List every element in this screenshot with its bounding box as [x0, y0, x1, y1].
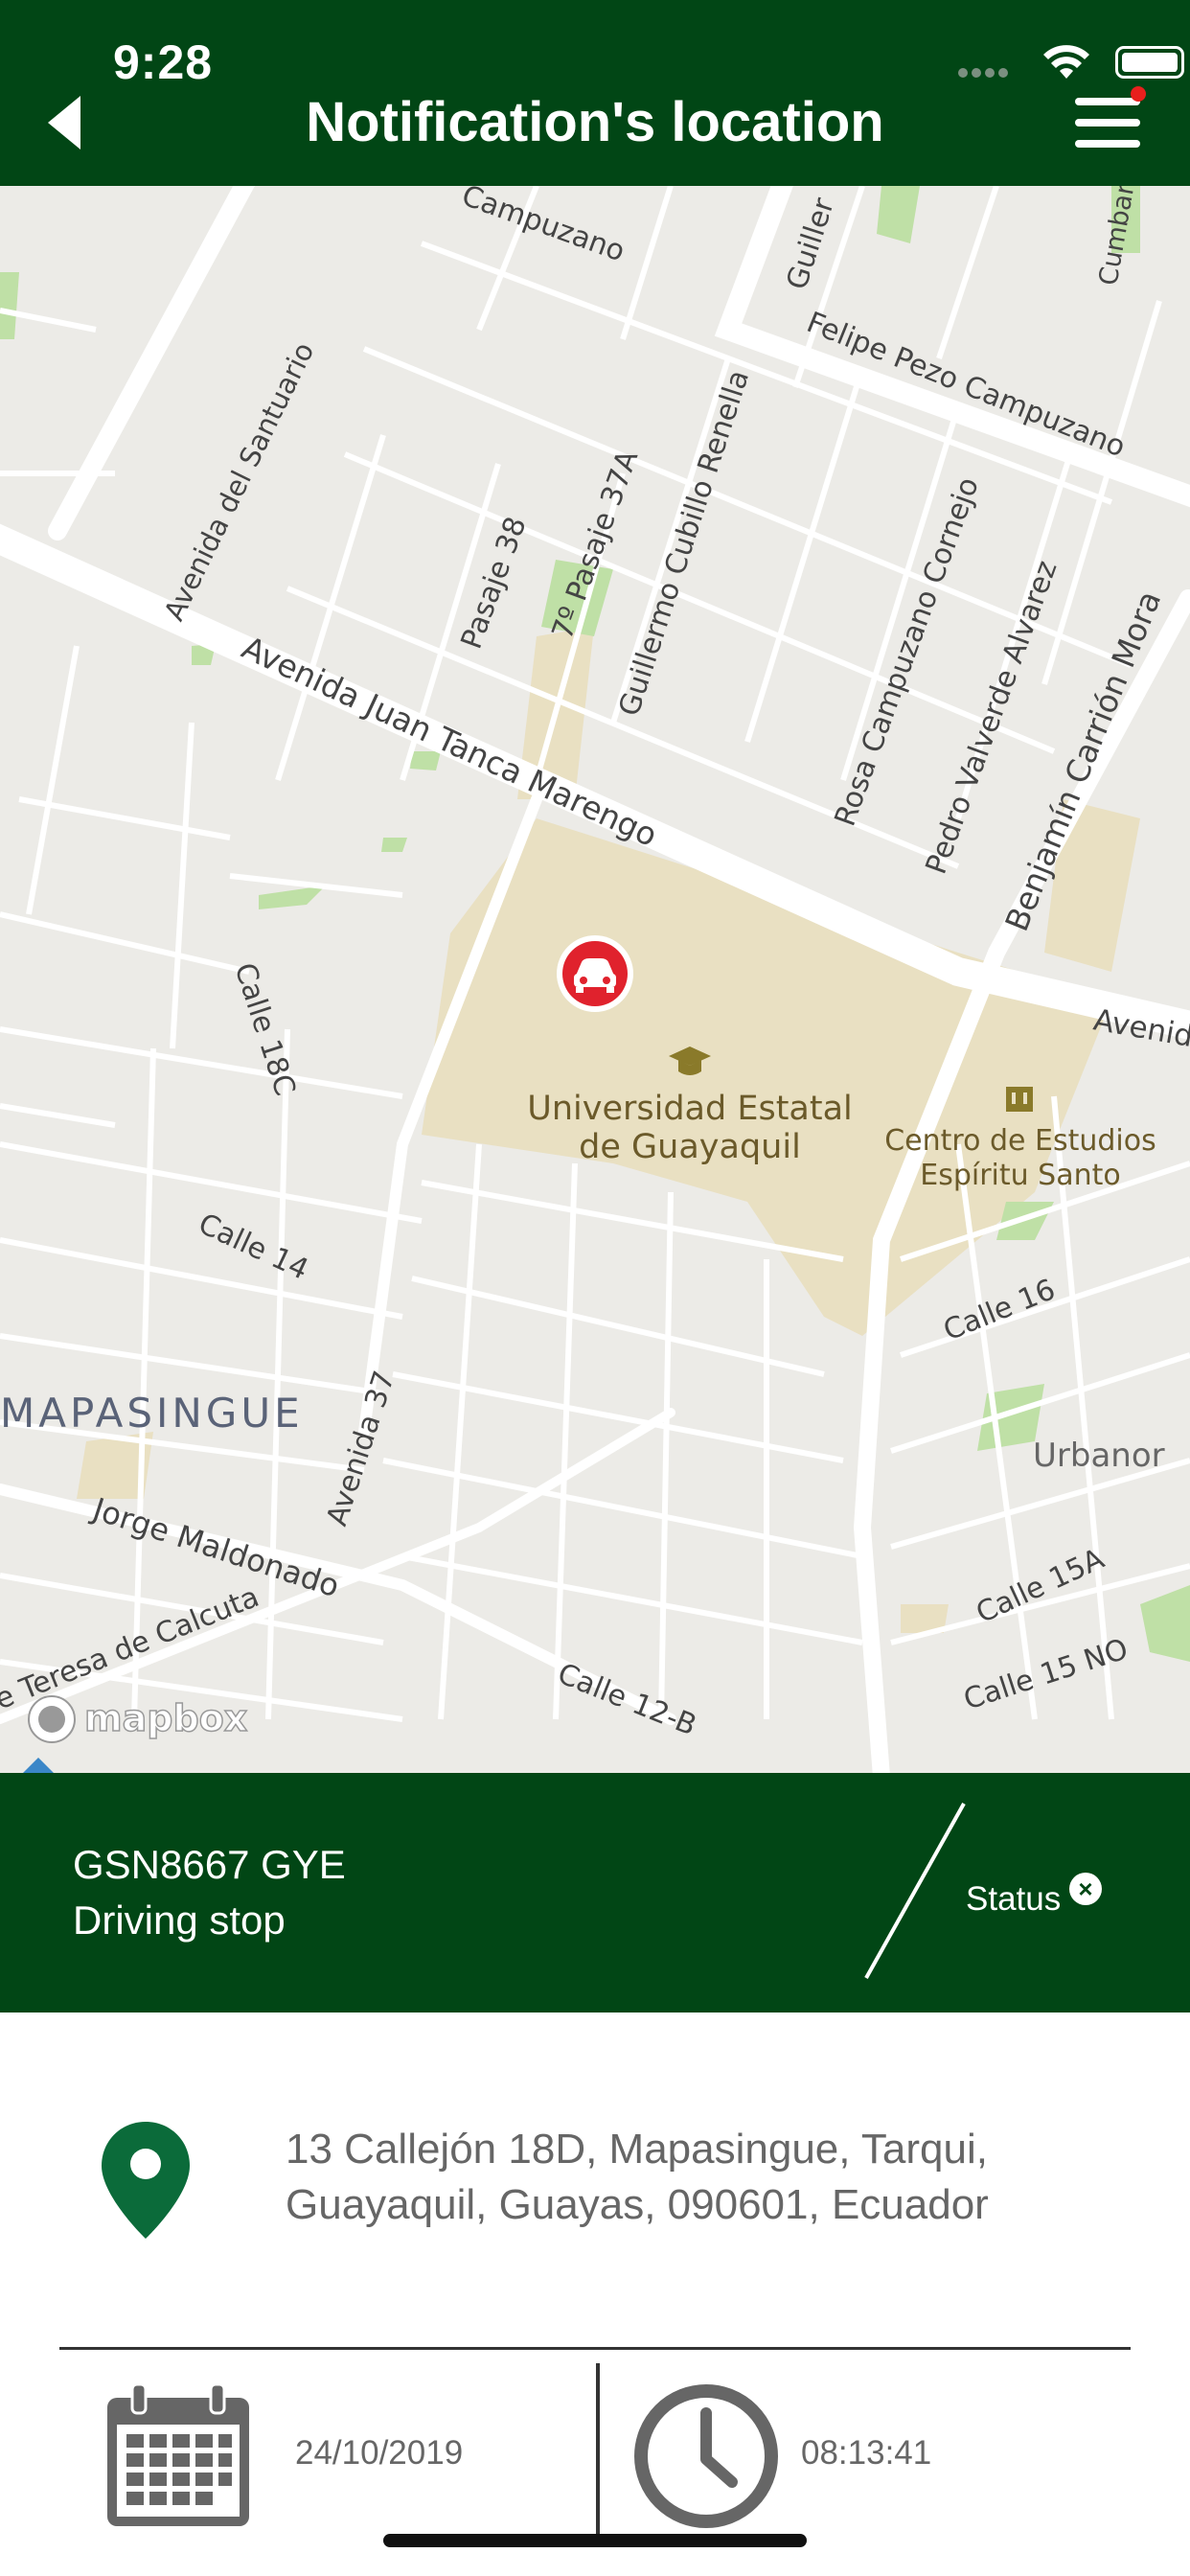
location-pin-icon	[102, 2122, 190, 2239]
map-label-jorge: Jorge Maldonado	[87, 1490, 344, 1604]
page-title: Notification's location	[306, 91, 884, 153]
map-label-school-2: Espíritu Santo	[920, 1159, 1121, 1192]
map-label-santuario: Avenida del Santuario	[157, 337, 320, 626]
map-label-calle12b: Calle 12-B	[553, 1657, 701, 1743]
map-label-cubillo: Guillermo Cubillo Renella	[612, 366, 756, 720]
notification-dot	[1131, 86, 1146, 102]
map-label-avenida37: Avenida 37	[320, 1367, 401, 1530]
mapbox-logo-icon[interactable]: mapbox	[28, 1695, 248, 1743]
map-label-calle14: Calle 14	[194, 1208, 314, 1287]
address-section: 13 Callejón 18D, Mapasingue, Tarqui, Gua…	[0, 2012, 1190, 2348]
map-label-calle18c: Calle 18C	[227, 959, 302, 1100]
map-canvas: Campuzano Felipe Pezo Campuzano Avenida …	[0, 186, 1190, 1773]
home-indicator[interactable]	[383, 2534, 807, 2547]
map-label-juan-tanca: Avenida Juan Tanca Marengo	[237, 629, 663, 854]
status-label: Status	[966, 1880, 1062, 1918]
datetime-divider	[596, 2363, 600, 2545]
notification-time: 08:13:41	[801, 2434, 932, 2472]
event-type: Driving stop	[73, 1898, 286, 1943]
vehicle-info-bar: GSN8667 GYE Driving stop Status ×	[0, 1773, 1190, 2012]
map-label-calle15a: Calle 15A	[972, 1542, 1110, 1630]
notification-date: 24/10/2019	[295, 2434, 464, 2472]
map-label-urbanor: Urbanor	[1033, 1437, 1165, 1475]
map-label-calle16: Calle 16	[939, 1273, 1060, 1347]
signal-dots-icon	[958, 65, 1016, 78]
mapbox-attribution: mapbox	[84, 1697, 247, 1739]
map-label-pasaje38: Pasaje 38	[455, 513, 534, 654]
status-time: 9:28	[113, 35, 214, 89]
vehicle-plate: GSN8667 GYE	[73, 1842, 346, 1887]
map-view[interactable]: Campuzano Felipe Pezo Campuzano Avenida …	[0, 186, 1190, 1773]
vehicle-marker[interactable]	[557, 935, 633, 1012]
clock-icon	[634, 2384, 778, 2528]
navigation-bar: 9:28 Notification's location	[0, 0, 1190, 186]
address-line-1: 13 Callejón 18D, Mapasingue, Tarqui,	[286, 2126, 988, 2173]
map-label-campuzano: Campuzano	[457, 186, 629, 268]
map-label-university-1: Universidad Estatal	[527, 1090, 853, 1128]
section-divider	[59, 2347, 1131, 2350]
diagonal-divider	[864, 1803, 966, 1979]
map-label-mapasingue: MAPASINGUE	[0, 1390, 304, 1437]
status-close-icon[interactable]: ×	[1069, 1873, 1102, 1905]
school-icon	[1006, 1087, 1033, 1112]
menu-button[interactable]	[1075, 86, 1146, 153]
battery-icon	[1115, 46, 1184, 79]
calendar-icon	[107, 2384, 249, 2526]
map-label-school-1: Centro de Estudios	[884, 1124, 1156, 1158]
map-label-university-2: de Guayaquil	[579, 1128, 801, 1166]
address-line-2: Guayaquil, Guayas, 090601, Ecuador	[286, 2181, 989, 2228]
wifi-icon	[1043, 45, 1089, 79]
